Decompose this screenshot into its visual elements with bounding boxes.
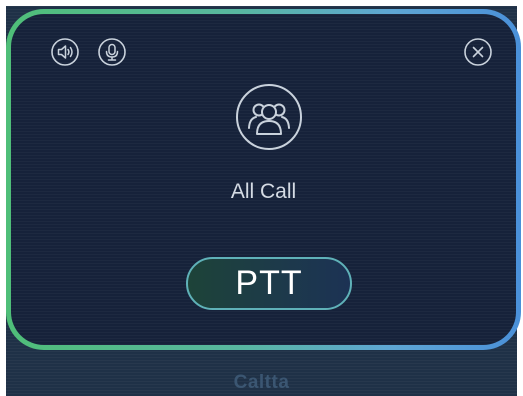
ptt-button[interactable]: PTT: [186, 257, 352, 310]
background-caption: Caltta: [233, 372, 290, 393]
group-icon: [234, 82, 304, 152]
call-panel: All Call PTT: [6, 9, 521, 350]
group-name-label: All Call: [230, 180, 297, 203]
speaker-icon[interactable]: [50, 37, 80, 67]
close-icon[interactable]: [463, 37, 493, 67]
call-panel-body: All Call PTT: [11, 14, 516, 345]
microphone-icon[interactable]: [97, 37, 127, 67]
